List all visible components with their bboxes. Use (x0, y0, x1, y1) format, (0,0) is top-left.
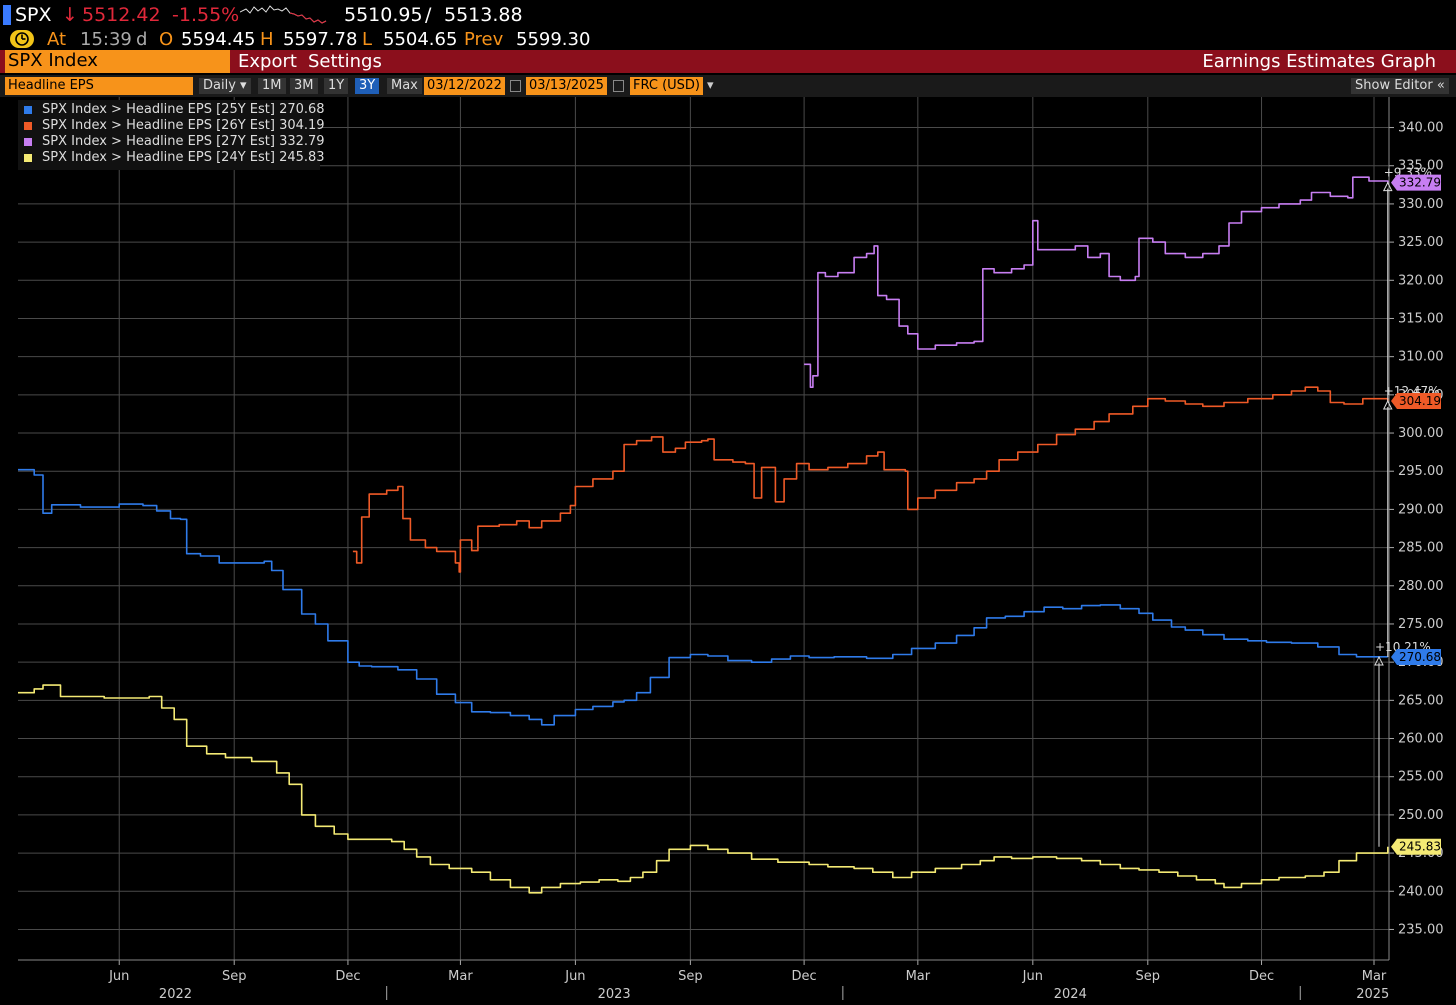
legend-swatch (24, 106, 32, 114)
legend-swatch (24, 122, 32, 130)
x-tick-label: Dec (1249, 969, 1274, 984)
y-tick-label: 240.00 (1398, 884, 1444, 899)
x-tick-label: Jun (564, 969, 585, 984)
series-line (352, 386, 1389, 573)
y-tick-label: 315.00 (1398, 311, 1444, 326)
legend-value: 270.68 (279, 102, 325, 117)
legend-value: 245.83 (279, 150, 325, 165)
y-tick-label: 235.00 (1398, 922, 1444, 937)
x-tick-label: Sep (678, 969, 703, 984)
legend-label: SPX Index > Headline EPS [25Y Est] (42, 102, 275, 117)
legend-label: SPX Index > Headline EPS [24Y Est] (42, 150, 275, 165)
x-tick-label: Mar (906, 969, 931, 984)
year-label: 2022 (159, 987, 192, 1002)
y-tick-label: 325.00 (1398, 235, 1444, 250)
x-tick-label: Jun (1022, 969, 1043, 984)
x-tick-label: Dec (335, 969, 360, 984)
series-line (804, 176, 1389, 388)
x-tick-label: Mar (1362, 969, 1387, 984)
y-tick-label: 340.00 (1398, 121, 1444, 136)
x-tick-label: Mar (448, 969, 473, 984)
y-tick-label: 260.00 (1398, 732, 1444, 747)
y-tick-label: 250.00 (1398, 808, 1444, 823)
year-label: 2024 (1054, 987, 1087, 1002)
y-tick-label: 295.00 (1398, 464, 1444, 479)
y-tick-label: 290.00 (1398, 502, 1444, 517)
legend-swatch (24, 154, 32, 162)
legend-label: SPX Index > Headline EPS [27Y Est] (42, 134, 275, 149)
y-tick-label: 265.00 (1398, 693, 1444, 708)
legend-label: SPX Index > Headline EPS [26Y Est] (42, 118, 275, 133)
y-tick-label: 300.00 (1398, 426, 1444, 441)
last-value-label: 270.68 (1399, 650, 1441, 664)
chart-legend: SPX Index > Headline EPS [25Y Est] 270.6… (18, 100, 325, 170)
series-line (18, 684, 1389, 894)
year-label: 2025 (1356, 987, 1389, 1002)
legend-value: 304.19 (279, 118, 325, 133)
y-tick-label: 255.00 (1398, 770, 1444, 785)
x-tick-label: Jun (108, 969, 129, 984)
y-tick-label: 330.00 (1398, 197, 1444, 212)
y-tick-label: 320.00 (1398, 273, 1444, 288)
x-tick-label: Sep (222, 969, 247, 984)
y-tick-label: 275.00 (1398, 617, 1444, 632)
legend-swatch (24, 138, 32, 146)
last-value-label: 304.19 (1399, 394, 1441, 408)
year-label: 2023 (598, 987, 631, 1002)
last-value-label: 332.79 (1399, 176, 1441, 190)
series-line (18, 468, 1389, 726)
x-tick-label: Sep (1136, 969, 1161, 984)
x-tick-label: Dec (792, 969, 817, 984)
y-tick-label: 280.00 (1398, 579, 1444, 594)
legend-value: 332.79 (279, 134, 325, 149)
y-tick-label: 285.00 (1398, 541, 1444, 556)
y-tick-label: 310.00 (1398, 350, 1444, 365)
last-value-label: 245.83 (1399, 840, 1441, 854)
